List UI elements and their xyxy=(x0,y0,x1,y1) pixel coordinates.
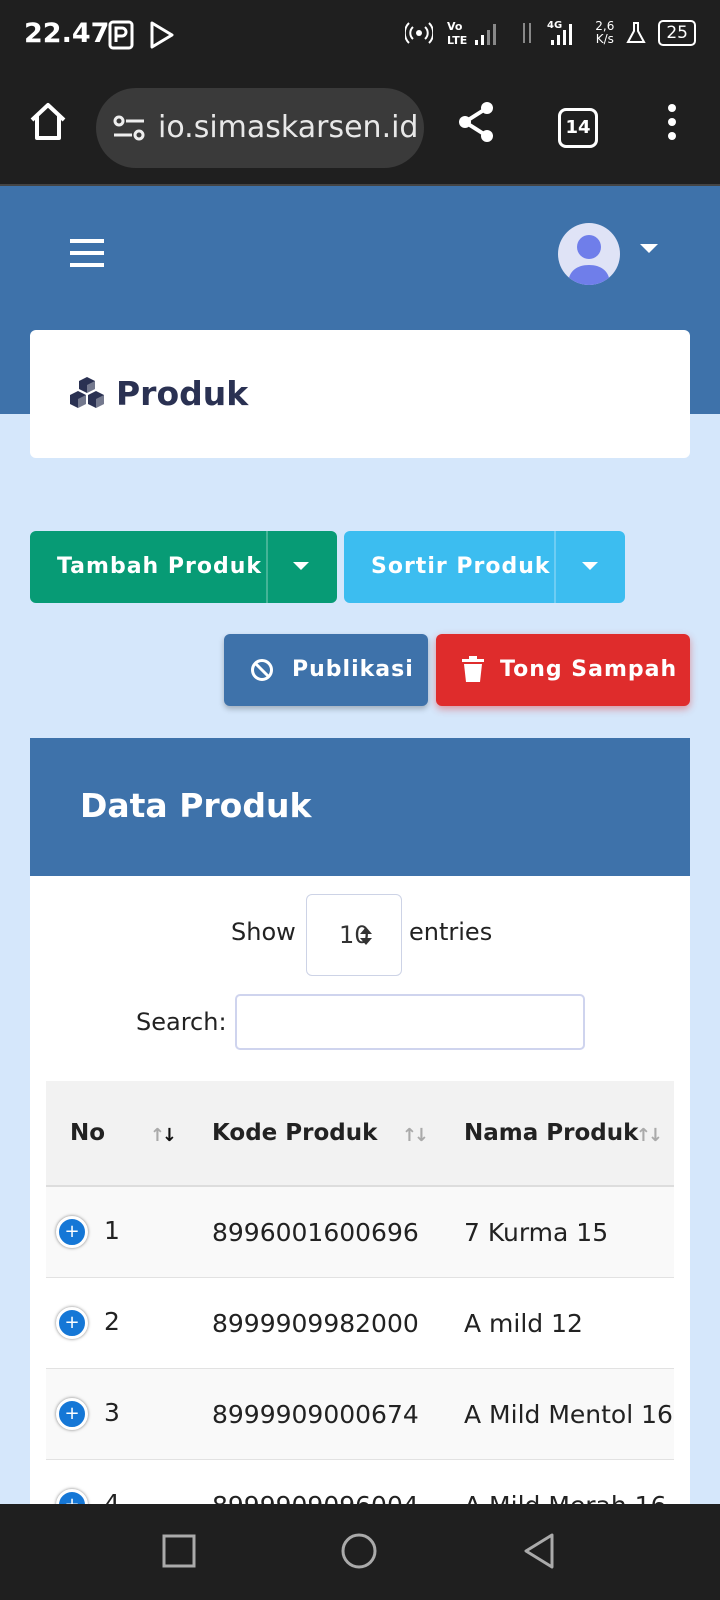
add-product-label: Tambah Produk xyxy=(57,554,262,579)
svg-text:Vo: Vo xyxy=(447,20,463,33)
cubes-icon xyxy=(70,377,104,408)
user-menu-caret-icon[interactable] xyxy=(640,244,658,253)
lab-flask-icon xyxy=(626,22,647,43)
play-store-icon xyxy=(150,21,174,49)
entries-label: entries xyxy=(409,918,493,946)
add-product-dropdown-icon[interactable] xyxy=(293,562,309,570)
home-icon[interactable] xyxy=(28,100,68,142)
sort-icon: ↑↓ xyxy=(401,1125,429,1146)
menu-hamburger-icon[interactable] xyxy=(70,238,106,268)
data-card-title: Data Produk xyxy=(80,786,312,825)
product-code: 8999909000674 xyxy=(188,1368,440,1460)
select-arrows-icon xyxy=(360,927,372,945)
net-speed: 2,6 K/s xyxy=(595,19,615,46)
parking-app-icon xyxy=(108,20,134,50)
add-product-button[interactable]: Tambah Produk xyxy=(30,531,337,603)
tab-switcher-button[interactable]: 14 xyxy=(558,108,598,148)
ban-icon xyxy=(251,659,273,681)
column-header-code[interactable]: Kode Produk ↑↓ xyxy=(188,1081,440,1187)
home-nav-icon[interactable] xyxy=(340,1532,378,1570)
battery-indicator: 25 xyxy=(658,20,696,46)
system-nav-bar xyxy=(0,1504,720,1600)
table-row[interactable]: +1 8996001600696 7 Kurma 15 xyxy=(46,1186,674,1278)
status-bar: 22.47 Vo LTE 4G 2,6 K/s 25 xyxy=(0,0,720,72)
trash-button[interactable]: Tong Sampah xyxy=(436,634,690,706)
column-header-no[interactable]: No ↑↓ xyxy=(46,1081,188,1187)
publish-label: Publikasi xyxy=(292,657,414,682)
volte-signal-icon: VoLTE xyxy=(447,20,497,47)
browser-toolbar: io.simaskarsen.id 14 xyxy=(0,72,720,186)
search-label: Search: xyxy=(136,1008,227,1036)
column-header-name[interactable]: Nama Produk ↑↓ xyxy=(440,1081,674,1187)
data-card-body: Show 10 entries Search: No ↑↓ Kode Produ… xyxy=(30,876,690,1551)
user-avatar[interactable] xyxy=(558,223,620,285)
svg-text:4G: 4G xyxy=(547,20,562,31)
publish-button[interactable]: Publikasi xyxy=(224,634,428,706)
sort-icon: ↑↓ xyxy=(635,1125,663,1146)
page-title-card: Produk xyxy=(30,330,690,458)
sort-product-button[interactable]: Sortir Produk xyxy=(344,531,625,603)
trash-label: Tong Sampah xyxy=(500,657,678,682)
address-bar[interactable]: io.simaskarsen.id xyxy=(96,88,424,168)
page-title: Produk xyxy=(116,374,249,413)
data-transfer-icon xyxy=(523,23,532,43)
more-options-icon[interactable] xyxy=(664,100,680,144)
data-card-header: Data Produk xyxy=(30,738,690,876)
svg-text:LTE: LTE xyxy=(447,34,467,47)
sort-icon: ↑↓ xyxy=(149,1125,177,1146)
recents-icon[interactable] xyxy=(162,1534,196,1568)
site-settings-icon[interactable] xyxy=(112,114,146,142)
sort-product-label: Sortir Produk xyxy=(371,554,551,579)
4g-signal-icon: 4G xyxy=(547,20,573,45)
search-input[interactable] xyxy=(235,994,585,1050)
user-icon xyxy=(568,235,610,285)
trash-icon xyxy=(462,656,484,682)
show-label: Show xyxy=(231,918,296,946)
entries-select[interactable]: 10 xyxy=(306,894,402,976)
product-table: No ↑↓ Kode Produk ↑↓ Nama Produk ↑↓ +1 8… xyxy=(46,1081,674,1551)
product-name: A mild 12 xyxy=(440,1277,674,1369)
product-name: A Mild Mentol 16 xyxy=(440,1368,674,1460)
product-code: 8996001600696 xyxy=(188,1186,440,1278)
table-row[interactable]: +2 8999909982000 A mild 12 xyxy=(46,1277,674,1369)
expand-row-icon[interactable]: + xyxy=(56,1216,88,1248)
back-icon[interactable] xyxy=(522,1532,556,1570)
table-row[interactable]: +3 8999909000674 A Mild Mentol 16 xyxy=(46,1368,674,1460)
expand-row-icon[interactable]: + xyxy=(56,1398,88,1430)
status-time: 22.47 xyxy=(24,18,110,49)
product-code: 8999909982000 xyxy=(188,1277,440,1369)
share-icon[interactable] xyxy=(456,100,496,144)
product-name: 7 Kurma 15 xyxy=(440,1186,674,1278)
expand-row-icon[interactable]: + xyxy=(56,1307,88,1339)
url-text[interactable]: io.simaskarsen.id xyxy=(158,110,416,145)
hotspot-icon xyxy=(405,22,434,44)
sort-product-dropdown-icon[interactable] xyxy=(582,562,598,570)
